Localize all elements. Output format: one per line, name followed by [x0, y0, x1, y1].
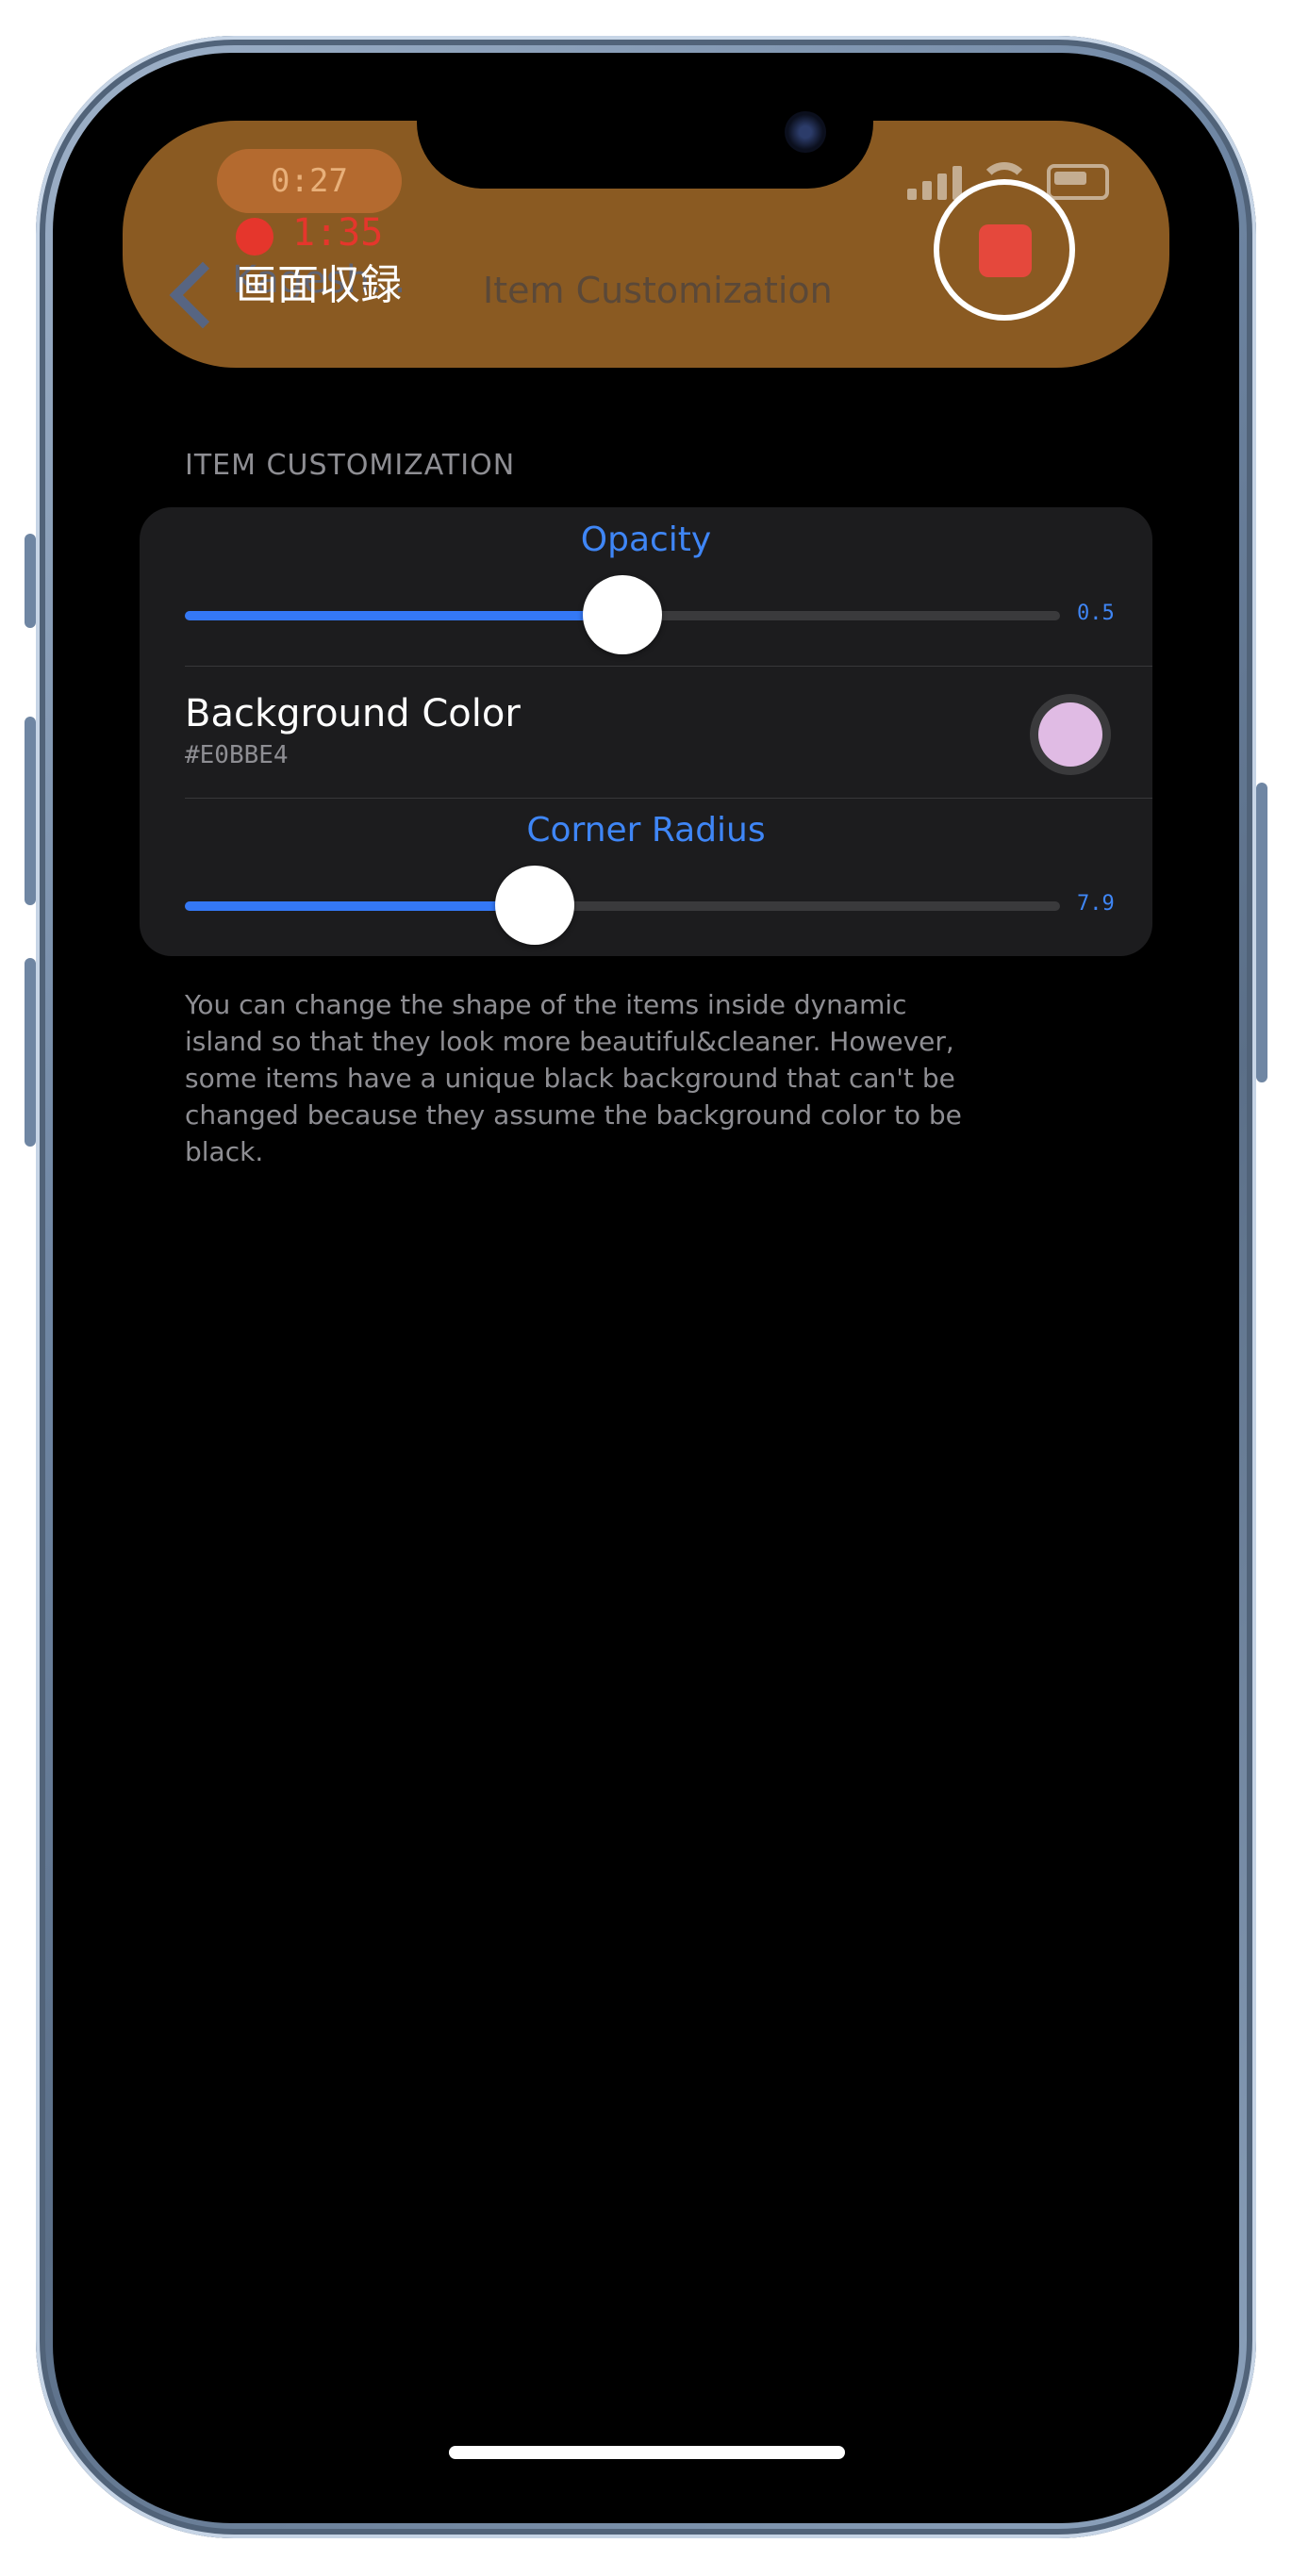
recording-label: 画面収録: [236, 261, 402, 309]
corner-radius-value: 7.9: [1077, 892, 1115, 916]
battery-icon: [1047, 164, 1109, 200]
recording-dot-icon: [236, 218, 273, 256]
corner-radius-label: Corner Radius: [526, 811, 766, 850]
recording-time: 1:35: [292, 211, 384, 255]
section-footer: You can change the shape of the items in…: [185, 989, 962, 1167]
back-chevron-icon[interactable]: [169, 261, 237, 329]
opacity-slider[interactable]: [185, 575, 1060, 654]
volume-down-button: [25, 958, 36, 1147]
power-button: [1256, 783, 1267, 1082]
nav-title: Item Customization: [483, 270, 833, 311]
corner-radius-slider-fill: [185, 901, 536, 911]
section-header: ITEM CUSTOMIZATION: [185, 449, 516, 482]
opacity-slider-thumb[interactable]: [583, 575, 662, 654]
dynamic-island: [417, 94, 873, 189]
settings-card: Opacity 0.5 Background Color #E0BBE4 Cor…: [140, 507, 1152, 956]
color-swatch: [1038, 702, 1102, 767]
stop-icon: [979, 224, 1032, 277]
home-indicator[interactable]: [449, 2446, 845, 2459]
camera-icon: [785, 111, 826, 153]
opacity-label: Opacity: [580, 520, 712, 559]
time-pill: 0:27: [217, 149, 402, 213]
opacity-slider-fill: [185, 611, 622, 620]
corner-radius-slider-thumb[interactable]: [495, 866, 575, 945]
action-button: [25, 534, 36, 628]
background-color-well[interactable]: [1030, 694, 1111, 775]
signal-icon: [907, 166, 962, 200]
corner-radius-slider[interactable]: [185, 866, 1060, 945]
volume-up-button: [25, 717, 36, 905]
stop-recording-button[interactable]: [934, 179, 1075, 321]
opacity-value: 0.5: [1077, 602, 1115, 625]
divider: [185, 666, 1152, 667]
background-color-hex: #E0BBE4: [185, 741, 289, 769]
screen: 0:27 1:35 Kagesh... Item Customization 画…: [94, 94, 1198, 2482]
background-color-label: Background Color: [185, 692, 521, 735]
divider: [185, 798, 1152, 799]
